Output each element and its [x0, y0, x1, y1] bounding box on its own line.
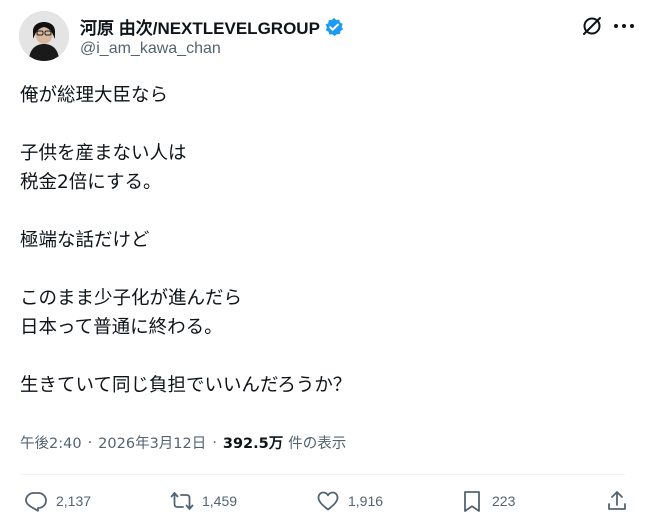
avatar-image [19, 11, 69, 61]
tweet-line: このまま少子化が進んだら [20, 288, 243, 309]
bookmark-count: 223 [492, 493, 516, 509]
repost-icon [170, 492, 194, 510]
bookmark-icon [464, 491, 480, 512]
author-name[interactable]: 河原 由次/NEXTLEVELGROUP [80, 14, 320, 39]
tweet-line [20, 342, 351, 371]
tweet-line [20, 255, 351, 284]
tweet-meta: 午後2:40 · 2026年3月12日 · 392.5万 件の表示 [20, 432, 346, 453]
meta-separator: · [212, 434, 217, 451]
reply-count: 2,137 [56, 493, 92, 509]
tweet-line [20, 110, 351, 139]
like-icon [317, 491, 339, 511]
tweet-line: 俺が総理大臣なら [20, 85, 169, 106]
tweet-date[interactable]: 2026年3月12日 [98, 432, 206, 453]
share-icon [608, 491, 626, 510]
action-bar: 2,137 1,459 1,916 223 [20, 489, 630, 519]
meta-separator: · [87, 434, 93, 451]
share-button[interactable] [605, 489, 629, 513]
repost-count: 1,459 [202, 493, 238, 509]
tweet-time[interactable]: 午後2:40 [20, 432, 82, 453]
tweet-line: 極端な話だけど [20, 230, 150, 251]
repost-button[interactable]: 1,459 [170, 489, 237, 513]
author-name-row: 河原 由次/NEXTLEVELGROUP [80, 14, 344, 39]
grok-icon[interactable] [580, 14, 604, 38]
author-avatar[interactable] [19, 11, 69, 61]
author-handle[interactable]: @i_am_kawa_chan [80, 40, 221, 58]
view-count: 392.5万 [222, 436, 284, 452]
tweet-text: 俺が総理大臣なら 子供を産まない人は 税金2倍にする。 極端な話だけど このまま… [20, 81, 351, 400]
reply-button[interactable]: 2,137 [24, 489, 91, 513]
tweet-line: 生きていて同じ負担でいいんだろうか？ [20, 375, 352, 396]
like-count: 1,916 [348, 493, 384, 509]
tweet-line [20, 197, 351, 226]
tweet-line: 日本って普通に終わる。 [20, 317, 223, 338]
tweet-line: 税金2倍にする。 [20, 172, 162, 193]
bookmark-button[interactable]: 223 [460, 489, 515, 513]
like-button[interactable]: 1,916 [316, 489, 383, 513]
more-icon[interactable] [613, 12, 635, 40]
divider [20, 474, 625, 475]
verified-badge-icon[interactable] [324, 17, 344, 37]
reply-icon [25, 492, 47, 512]
tweet-line: 子供を産まない人は [20, 143, 187, 164]
views-label: 件の表示 [288, 436, 347, 452]
